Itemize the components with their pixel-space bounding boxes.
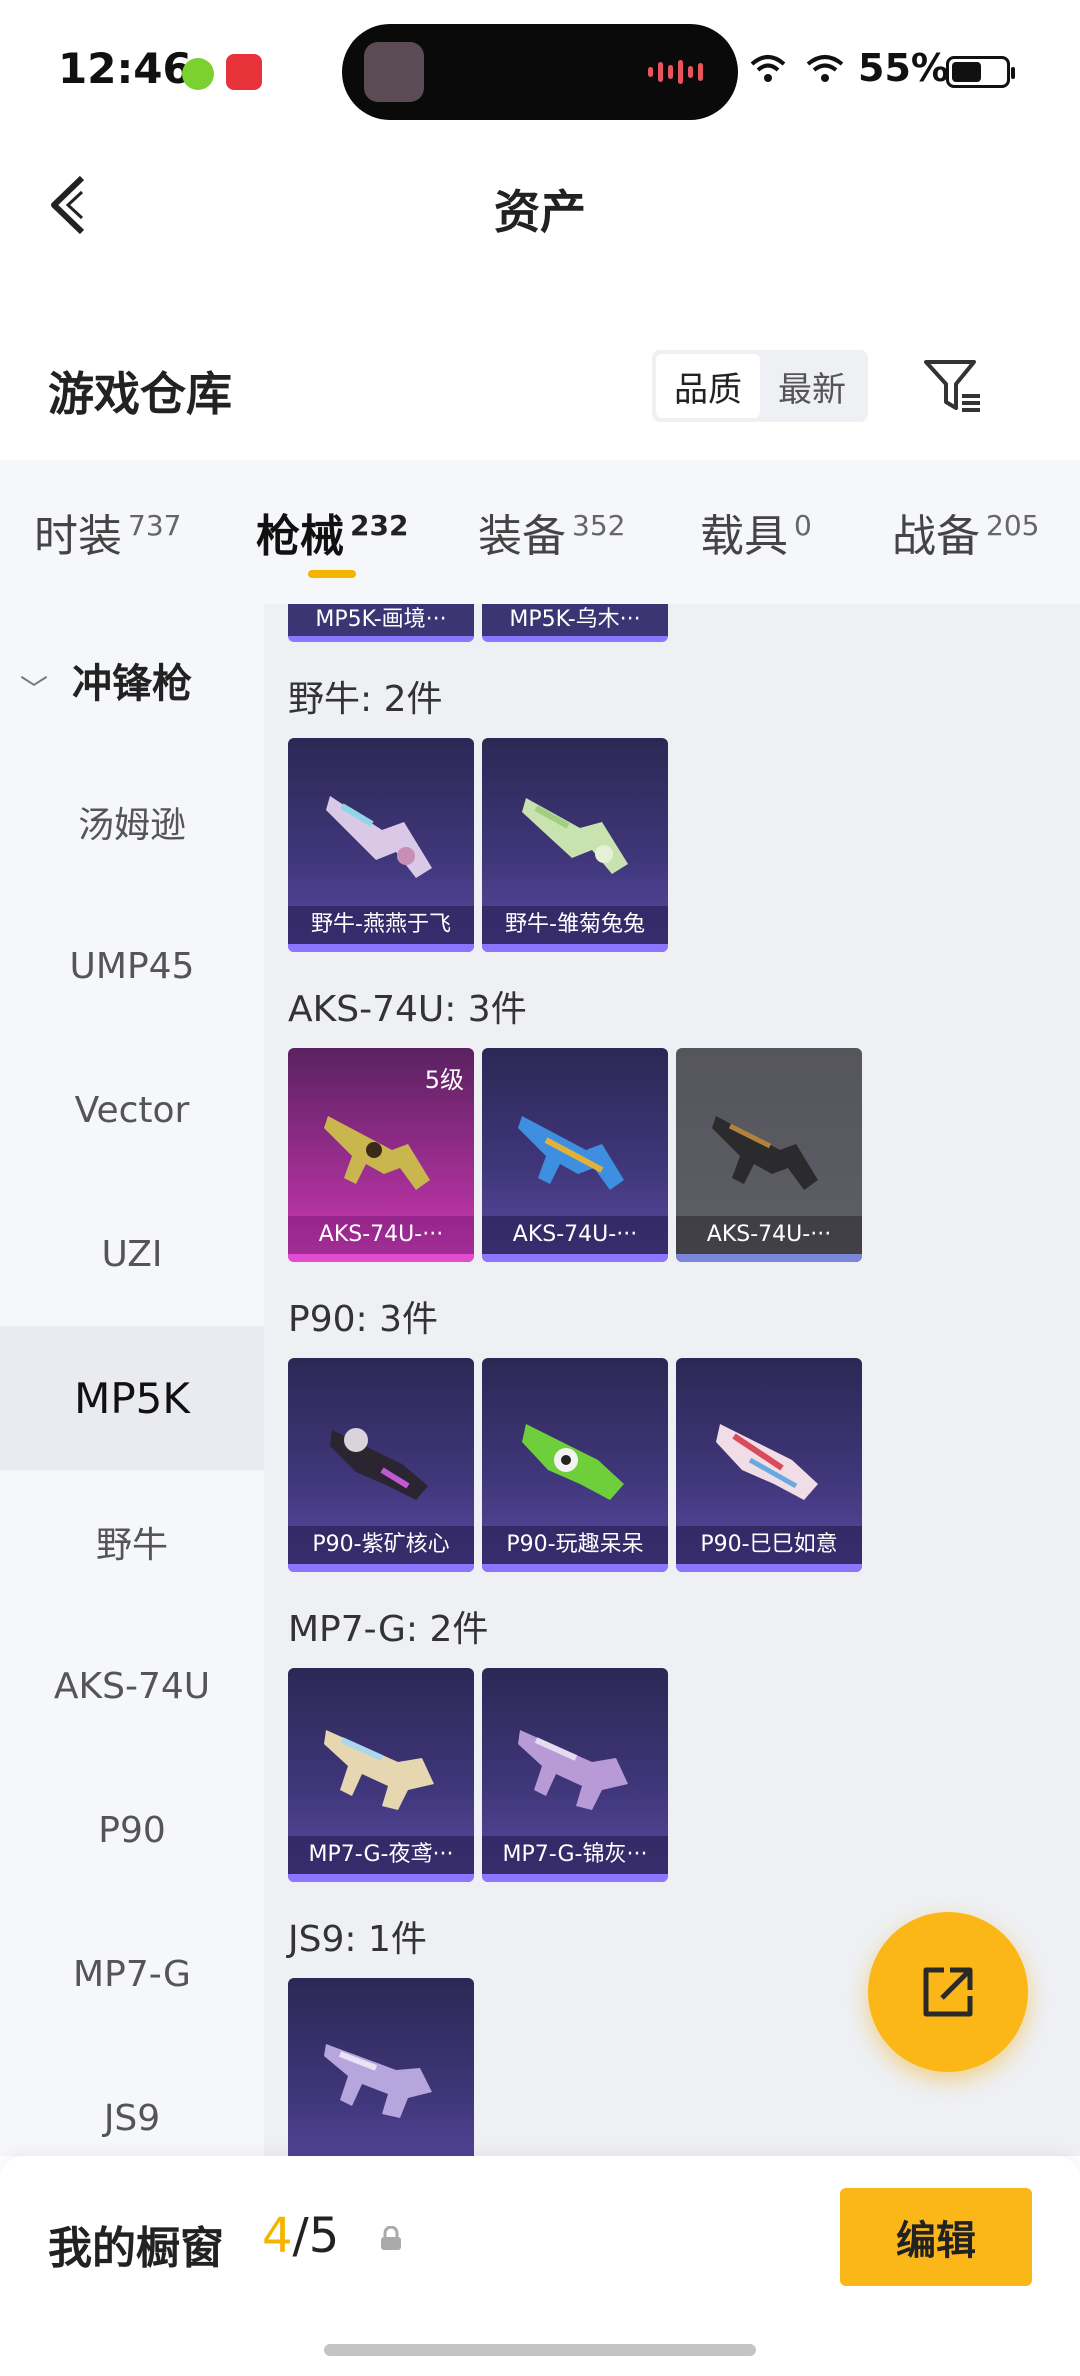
weapon-name: P90-巳巳如意 <box>676 1526 862 1564</box>
tab-equipment[interactable]: 装备 352 <box>478 500 625 564</box>
gun-skin-icon <box>712 1116 818 1190</box>
weapon-card[interactable]: P90-紫矿核心 <box>288 1358 474 1572</box>
tab-firearms[interactable]: 枪械 232 <box>256 500 408 564</box>
weapon-card[interactable]: 野牛-燕燕于飞 <box>288 738 474 952</box>
edit-button[interactable]: 编辑 <box>840 2188 1032 2286</box>
sidebar-item-mp5k[interactable]: MP5K <box>0 1326 264 1470</box>
gun-skin-icon <box>522 1424 624 1500</box>
sidebar-item-p90[interactable]: P90 <box>0 1758 264 1902</box>
share-button[interactable] <box>868 1912 1028 2072</box>
weapon-card[interactable] <box>288 1978 474 2156</box>
sort-by-quality-button[interactable]: 品质 <box>656 354 760 418</box>
rarity-stripe <box>482 1254 668 1262</box>
gun-skin-icon <box>324 1730 434 1810</box>
rarity-stripe <box>482 944 668 952</box>
rarity-stripe <box>288 1874 474 1882</box>
sidebar-item-aks74u[interactable]: AKS-74U <box>0 1614 264 1758</box>
status-bar: 12:46 55% <box>0 0 1080 130</box>
rarity-stripe <box>288 1254 474 1262</box>
weapon-card[interactable]: MP5K-画境··· <box>288 604 474 642</box>
battery-icon <box>946 56 1015 88</box>
gun-skin-icon <box>330 1428 428 1500</box>
sort-toggle: 品质 最新 <box>652 350 868 422</box>
sort-by-newest-button[interactable]: 最新 <box>760 354 864 418</box>
status-time: 12:46 <box>58 44 192 93</box>
weapon-name: 野牛-雏菊兔兔 <box>482 906 668 944</box>
weapon-card[interactable]: 5级 AKS-74U-··· <box>288 1048 474 1262</box>
active-tab-indicator <box>308 570 356 578</box>
sidebar-item-thompson[interactable]: 汤姆逊 <box>0 750 264 894</box>
gun-skin-icon <box>324 2044 432 2118</box>
lock-icon <box>381 2226 401 2250</box>
rarity-stripe <box>288 1564 474 1572</box>
sidebar-item-uzi[interactable]: UZI <box>0 1182 264 1326</box>
gun-skin-icon <box>324 1116 430 1190</box>
showcase-label: 我的橱窗 <box>48 2223 224 2274</box>
weapon-name: P90-玩趣呆呆 <box>482 1526 668 1564</box>
sidebar-item-ump45[interactable]: UMP45 <box>0 894 264 1038</box>
chevron-down-icon: ﹀ <box>20 673 49 706</box>
weapon-name: 野牛-燕燕于飞 <box>288 906 474 944</box>
tab-supplies[interactable]: 战备 205 <box>892 500 1039 564</box>
weapon-card[interactable]: MP7-G-夜鸢··· <box>288 1668 474 1882</box>
showcase-count: 4/5 <box>262 2208 340 2264</box>
signal-icon <box>806 55 844 82</box>
page-title: 资产 <box>494 185 586 239</box>
gun-skin-icon <box>518 1730 628 1810</box>
rarity-stripe <box>482 1564 668 1572</box>
rarity-stripe <box>676 1254 862 1262</box>
dynamic-island[interactable] <box>342 24 738 120</box>
group-label-bison: 野牛: 2件 <box>288 679 443 720</box>
weapon-name: AKS-74U-··· <box>288 1216 474 1254</box>
weapon-name: P90-紫矿核心 <box>288 1526 474 1564</box>
notification-app-icon <box>182 58 214 90</box>
weapon-card[interactable]: MP7-G-锦灰··· <box>482 1668 668 1882</box>
audio-wave-icon <box>648 60 708 84</box>
weapon-card[interactable]: 野牛-雏菊兔兔 <box>482 738 668 952</box>
group-label-js9: JS9: 1件 <box>288 1919 427 1960</box>
weapon-card[interactable]: MP5K-乌木··· <box>482 604 668 642</box>
gun-skin-icon <box>518 1116 624 1190</box>
weapon-name: MP7-G-夜鸢··· <box>288 1836 474 1874</box>
gun-skin-icon <box>326 796 432 878</box>
music-app-icon <box>226 54 262 90</box>
sidebar-item-mp7g[interactable]: MP7-G <box>0 1902 264 2046</box>
battery-percentage: 55% <box>858 46 949 90</box>
weapon-card[interactable]: AKS-74U-··· <box>676 1048 862 1262</box>
filter-icon[interactable] <box>922 356 986 416</box>
tab-vehicles[interactable]: 载具 0 <box>700 500 812 564</box>
sidebar-item-bison[interactable]: 野牛 <box>0 1470 264 1614</box>
rarity-stripe <box>676 1564 862 1572</box>
rarity-stripe <box>482 1874 668 1882</box>
weapon-card[interactable]: P90-巳巳如意 <box>676 1358 862 1572</box>
weapon-card[interactable]: P90-玩趣呆呆 <box>482 1358 668 1572</box>
gun-skin-icon <box>716 1424 818 1500</box>
share-icon <box>923 1967 973 2017</box>
group-label-mp7g: MP7-G: 2件 <box>288 1609 489 1650</box>
rarity-stripe <box>288 944 474 952</box>
weapon-name: AKS-74U-··· <box>482 1216 668 1254</box>
album-art-thumbnail <box>364 42 424 102</box>
home-indicator[interactable] <box>324 2344 756 2356</box>
wifi-icon <box>750 55 786 82</box>
weapon-card[interactable]: AKS-74U-··· <box>482 1048 668 1262</box>
group-label-p90: P90: 3件 <box>288 1299 438 1340</box>
sidebar-group-smg[interactable]: ﹀ 冲锋枪 <box>0 630 264 730</box>
weapon-name: MP7-G-锦灰··· <box>482 1836 668 1874</box>
weapon-name: AKS-74U-··· <box>676 1216 862 1254</box>
warehouse-title: 游戏仓库 <box>48 367 232 421</box>
tab-fashion[interactable]: 时装 737 <box>34 500 181 564</box>
sidebar-item-vector[interactable]: Vector <box>0 1038 264 1182</box>
group-label-aks74u: AKS-74U: 3件 <box>288 989 527 1030</box>
gun-skin-icon <box>522 798 628 874</box>
